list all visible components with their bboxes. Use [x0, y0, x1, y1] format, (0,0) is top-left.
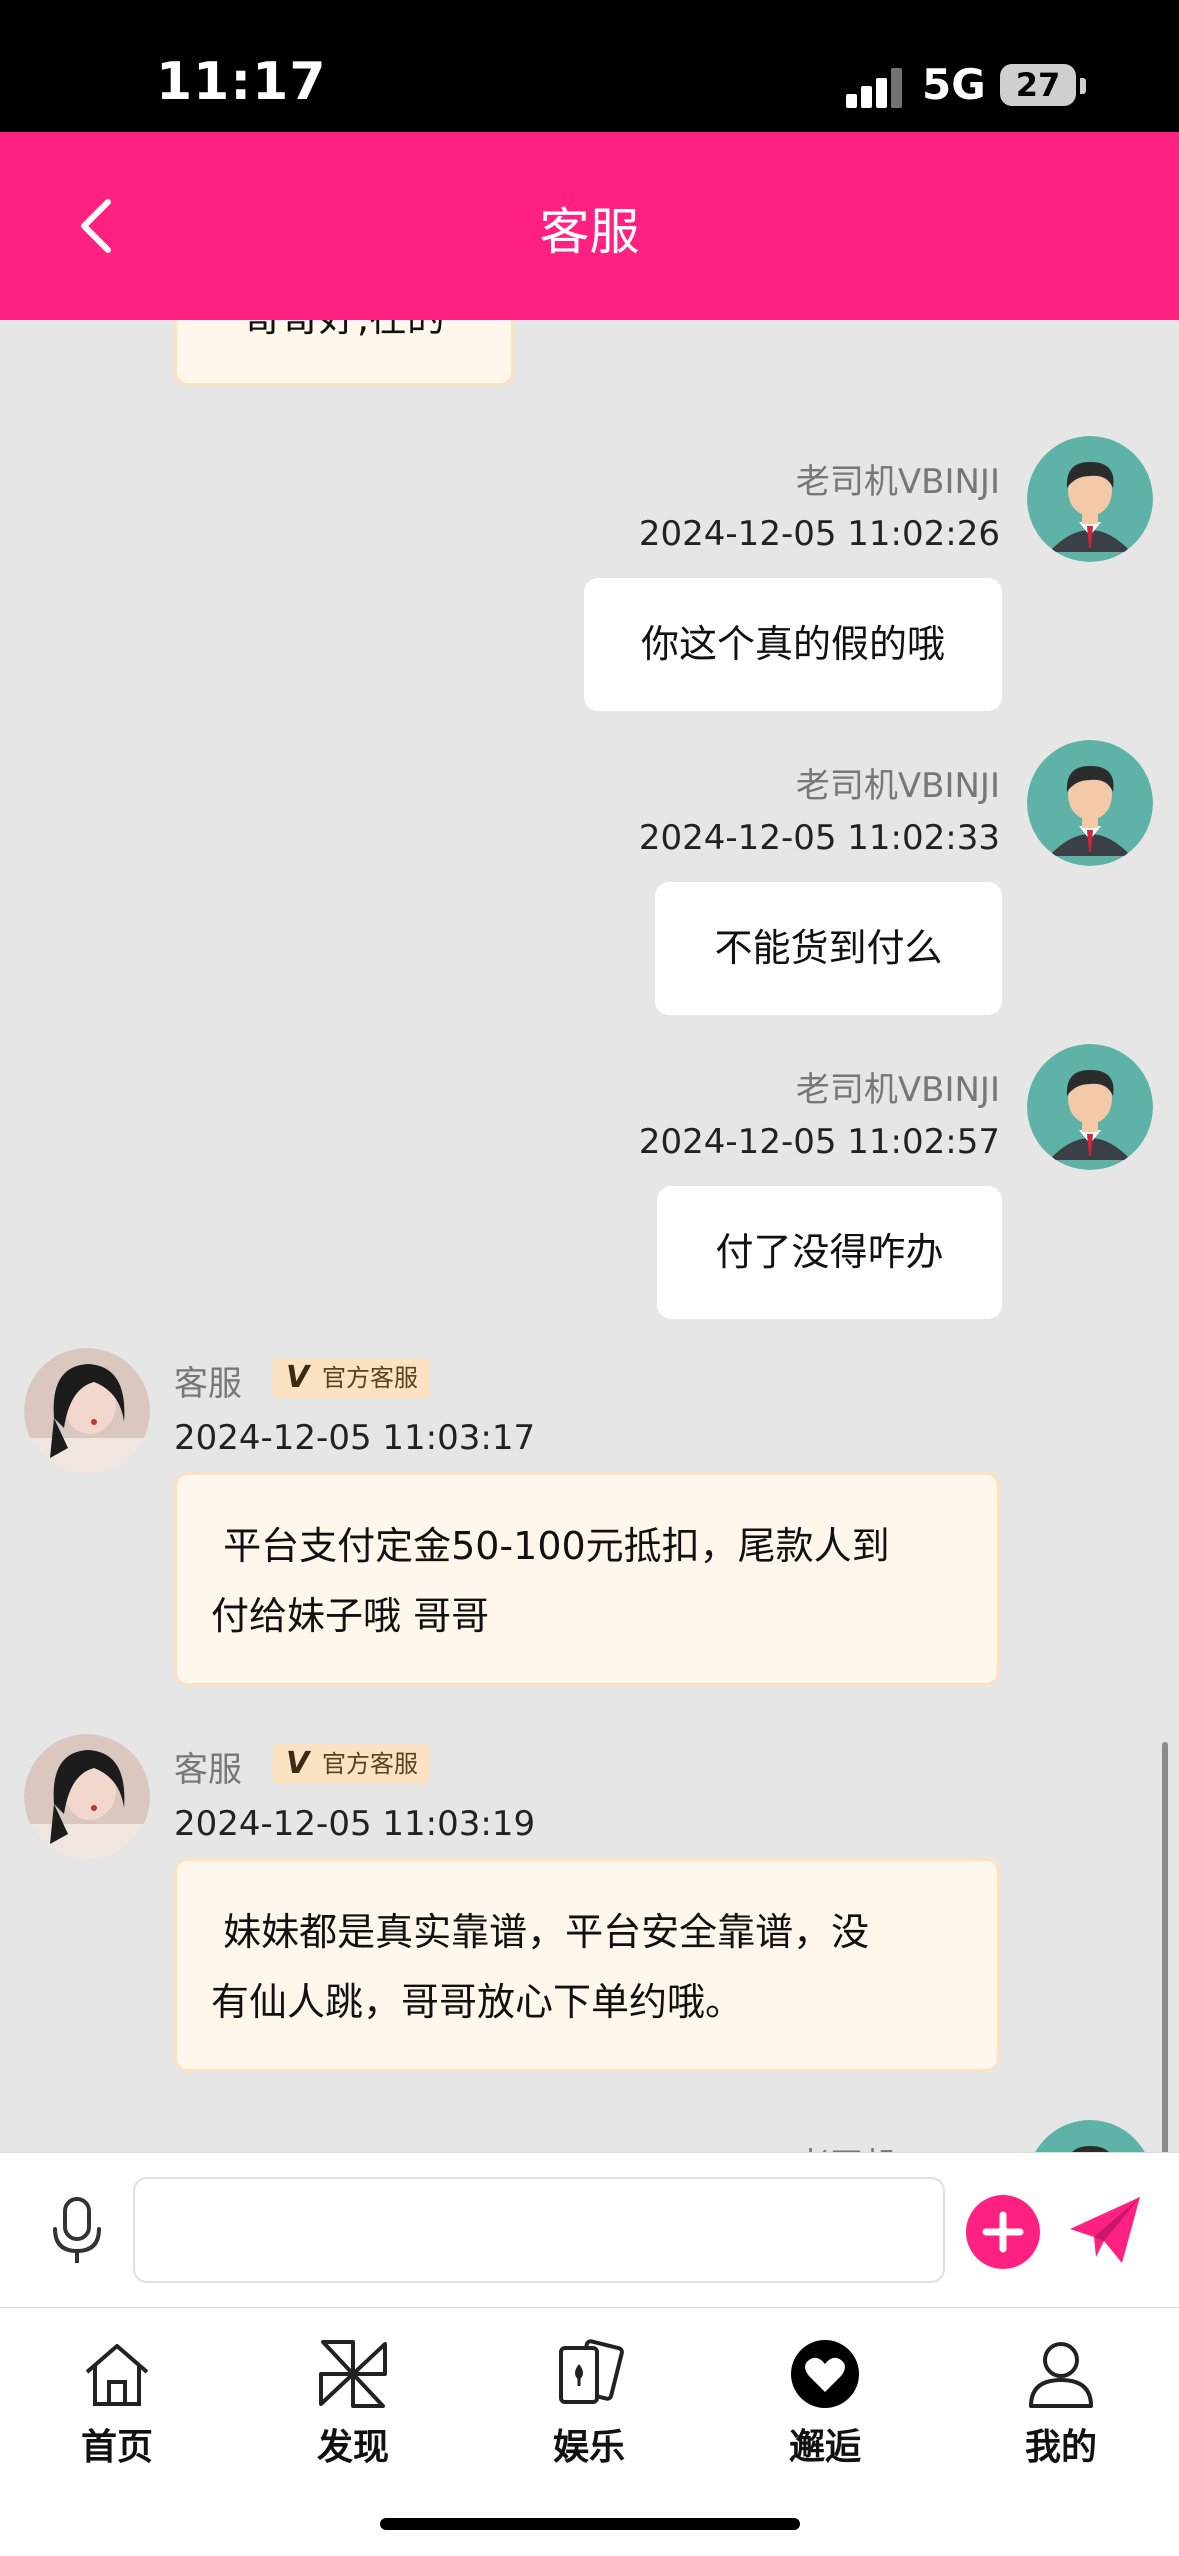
chat-scrollbar[interactable] [1162, 1742, 1168, 2152]
sender-name: 老司机VBINJI [795, 1070, 1000, 1110]
message-bubble: 付了没得咋办 [657, 1186, 1002, 1319]
message-time: 2024-12-05 11:03:17 [174, 1418, 536, 1458]
agent-avatar-icon [24, 1348, 150, 1474]
tab-encounter[interactable]: 邂逅 [750, 2336, 900, 2470]
message-text-line-2: 付给妹子哦 哥哥 [211, 1594, 490, 1638]
user-avatar-icon [1027, 436, 1153, 562]
tab-home[interactable]: 首页 [42, 2336, 192, 2470]
tab-entertainment[interactable]: 娱乐 [514, 2336, 664, 2470]
message-time: 2024-12-05 11:02:57 [638, 1122, 1000, 1162]
message-input[interactable] [133, 2177, 945, 2283]
battery-cap [1080, 78, 1086, 94]
plus-icon [982, 2211, 1024, 2253]
user-avatar[interactable] [1027, 436, 1153, 562]
home-icon [85, 2344, 149, 2406]
app-header: 客服 [0, 132, 1179, 320]
battery-level: 27 [1015, 66, 1061, 104]
user-avatar-icon [1035, 2120, 1145, 2152]
message-item: 老司机VBINJI 2024-12-05 11:02:33 不能货到付么 [0, 740, 1179, 1015]
send-icon[interactable] [1066, 2191, 1144, 2269]
user-avatar[interactable] [1027, 740, 1153, 866]
user-avatar-icon [1027, 740, 1153, 866]
message-bubble: 妹妹都是真实靠谱，平台安全靠谱，没 有仙人跳，哥哥放心下单约哦。 [174, 1858, 1000, 2072]
tab-label: 邂逅 [788, 2427, 861, 2468]
network-type: 5G [922, 60, 986, 109]
message-item: 客服 V 官方客服 2024-12-05 11:03:19 妹妹都是真实靠谱，平… [0, 1734, 1179, 2094]
tab-label: 娱乐 [552, 2427, 625, 2468]
message-bubble-partial: 哥哥好,在的 [174, 320, 514, 386]
battery-icon: 27 [1000, 64, 1076, 106]
message-input-bar [0, 2152, 1179, 2308]
sender-name: 老司机VBINJI [795, 462, 1000, 502]
tab-label: 发现 [316, 2427, 389, 2468]
verified-icon: V [286, 1746, 310, 1781]
agent-avatar[interactable] [24, 1348, 150, 1474]
message-time: 2024-12-05 11:03:19 [174, 1804, 536, 1844]
agent-avatar[interactable] [24, 1734, 150, 1860]
message-text-line-1: 妹妹都是真实靠谱，平台安全靠谱，没 [211, 1910, 870, 1954]
pinwheel-icon [319, 2340, 387, 2408]
message-text-line-2: 有仙人跳，哥哥放心下单约哦。 [211, 1980, 744, 2024]
tab-discover[interactable]: 发现 [278, 2336, 428, 2470]
tab-profile[interactable]: 我的 [986, 2336, 1136, 2470]
message-text: 哥哥好,在的 [243, 320, 445, 340]
cards-icon [559, 2339, 624, 2404]
message-time: 2024-12-05 11:02:26 [638, 514, 1000, 554]
message-item: 老司机VBINJI 2024-12-05 11:02:26 你这个真的假的哦 [0, 436, 1179, 711]
sender-name: 客服 [174, 1750, 242, 1790]
status-time: 11:17 [156, 52, 327, 112]
message-bubble: 你这个真的假的哦 [584, 578, 1002, 711]
sender-name: 客服 [174, 1364, 242, 1404]
user-avatar[interactable] [1027, 1044, 1153, 1170]
message-bubble: 不能货到付么 [655, 882, 1002, 1015]
heart-icon [791, 2340, 859, 2408]
tab-label: 我的 [1024, 2427, 1097, 2468]
agent-avatar-icon [24, 1734, 150, 1860]
page-title: 客服 [539, 203, 640, 261]
chat-area[interactable]: 哥哥好,在的 老司机VBINJI 2024-12-05 11:02:26 你这个… [0, 320, 1179, 2152]
message-time: 2024-12-05 11:02:33 [638, 818, 1000, 858]
message-item: 老司机VBINJI [0, 2120, 1179, 2152]
sender-name: 老司机VBINJI [795, 766, 1000, 806]
signal-icon [846, 68, 904, 108]
official-badge: V 官方客服 [272, 1358, 430, 1398]
user-avatar-icon [1027, 1044, 1153, 1170]
user-avatar[interactable] [1027, 2120, 1153, 2152]
message-text: 你这个真的假的哦 [640, 622, 945, 666]
official-badge: V 官方客服 [272, 1744, 430, 1784]
message-text-line-1: 平台支付定金50-100元抵扣，尾款人到 [211, 1524, 890, 1568]
microphone-icon[interactable] [46, 2195, 108, 2267]
tab-label: 首页 [80, 2427, 153, 2468]
user-icon [1029, 2342, 1093, 2408]
message-text: 不能货到付么 [714, 926, 943, 970]
home-indicator[interactable] [380, 2518, 800, 2530]
badge-label: 官方客服 [322, 1364, 418, 1392]
message-text: 付了没得咋办 [715, 1230, 944, 1274]
sender-name: 老司机VBINJI [796, 2138, 1000, 2152]
message-item: 老司机VBINJI 2024-12-05 11:02:57 付了没得咋办 [0, 1044, 1179, 1319]
message-item: 客服 V 官方客服 2024-12-05 11:03:17 平台支付定金50-1… [0, 1348, 1179, 1708]
badge-label: 官方客服 [322, 1750, 418, 1778]
status-bar: 11:17 5G 27 [0, 0, 1179, 132]
message-bubble: 平台支付定金50-100元抵扣，尾款人到 付给妹子哦 哥哥 [174, 1472, 1000, 1686]
verified-icon: V [286, 1360, 310, 1395]
plus-button[interactable] [966, 2195, 1040, 2269]
